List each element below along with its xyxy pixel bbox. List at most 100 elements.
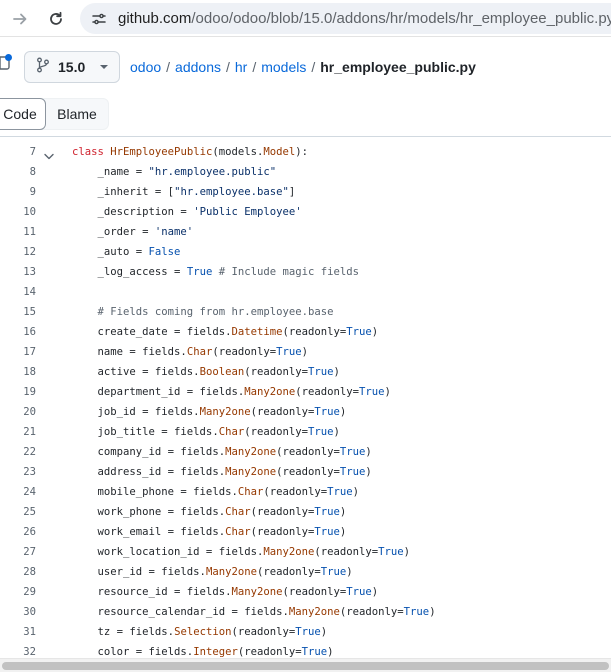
- line-number[interactable]: 17: [0, 342, 36, 362]
- code-line: 28 user_id = fields.Many2one(readonly=Tr…: [0, 562, 611, 582]
- code-token: ): [327, 646, 334, 658]
- code-token: work_location_id = fields.: [72, 546, 264, 558]
- code-text: color = fields.Integer(readonly=True): [72, 642, 334, 658]
- code-token: (readonly=: [314, 546, 379, 558]
- code-token: True: [308, 366, 334, 378]
- code-token: resource_calendar_id = fields.: [72, 606, 289, 618]
- line-number[interactable]: 25: [0, 502, 36, 522]
- code-token: ): [346, 566, 353, 578]
- code-token: (readonly=: [263, 486, 328, 498]
- breadcrumb-addons[interactable]: addons: [175, 59, 221, 75]
- code-line: 32 color = fields.Integer(readonly=True): [0, 642, 611, 658]
- line-number[interactable]: 8: [0, 162, 36, 182]
- forward-icon[interactable]: [8, 7, 32, 31]
- line-number[interactable]: 18: [0, 362, 36, 382]
- code-tab-button[interactable]: Code: [0, 98, 46, 130]
- code-line: 15 # Fields coming from hr.employee.base: [0, 302, 611, 322]
- code-text: _auto = False: [72, 242, 181, 262]
- line-number[interactable]: 20: [0, 402, 36, 422]
- code-line: 13 _log_access = True # Include magic fi…: [0, 262, 611, 282]
- line-number[interactable]: 13: [0, 262, 36, 282]
- code-token: (readonly=: [250, 526, 315, 538]
- url-text[interactable]: github.com/odoo/odoo/blob/15.0/addons/hr…: [118, 10, 611, 27]
- code-token: 'Public Employee': [193, 206, 302, 218]
- code-token: job_id = fields.: [72, 406, 200, 418]
- line-number[interactable]: 15: [0, 302, 36, 322]
- line-number[interactable]: 31: [0, 622, 36, 642]
- code-text: work_phone = fields.Char(readonly=True): [72, 502, 347, 522]
- code-token: ]: [288, 186, 296, 198]
- line-number[interactable]: 7: [0, 142, 36, 162]
- code-token: active = fields.: [72, 366, 200, 378]
- code-token: True: [295, 626, 321, 638]
- code-token: True: [320, 566, 347, 578]
- code-text: _log_access = True # Include magic field…: [72, 262, 360, 282]
- line-number[interactable]: 30: [0, 602, 36, 622]
- code-token: Many2one: [231, 586, 283, 598]
- code-text: tz = fields.Selection(readonly=True): [72, 622, 328, 642]
- line-number[interactable]: 28: [0, 562, 36, 582]
- code-token: True: [359, 386, 385, 398]
- code-text: work_location_id = fields.Many2one(reado…: [72, 542, 411, 562]
- code-token: work_email = fields.: [72, 526, 226, 538]
- line-number[interactable]: 29: [0, 582, 36, 602]
- code-text: # Fields coming from hr.employee.base: [72, 302, 334, 322]
- line-number[interactable]: 26: [0, 522, 36, 542]
- line-number[interactable]: 11: [0, 222, 36, 242]
- line-number[interactable]: 14: [0, 282, 36, 302]
- code-line: 10 _description = 'Public Employee': [0, 202, 611, 222]
- address-bar[interactable]: github.com/odoo/odoo/blob/15.0/addons/hr…: [80, 3, 611, 34]
- code-token: (readonly=: [339, 606, 404, 618]
- code-line: 14: [0, 282, 611, 302]
- code-token: ): [339, 506, 347, 518]
- branch-selector-button[interactable]: 15.0: [24, 51, 120, 83]
- code-token: True: [308, 426, 334, 438]
- code-token: ):: [295, 146, 309, 158]
- code-text: job_id = fields.Many2one(readonly=True): [72, 402, 347, 422]
- code-token: Datetime: [231, 326, 283, 338]
- line-number[interactable]: 10: [0, 202, 36, 222]
- reload-icon[interactable]: [44, 7, 68, 31]
- code-text: mobile_phone = fields.Char(readonly=True…: [72, 482, 360, 502]
- code-text: _description = 'Public Employee': [72, 202, 302, 222]
- code-token: True: [346, 586, 372, 598]
- code-token: 'name': [154, 226, 194, 238]
- code-token: ): [301, 346, 309, 358]
- code-token: _inherit = [: [72, 186, 175, 198]
- line-number[interactable]: 32: [0, 642, 36, 658]
- code-token: Many2one: [225, 446, 277, 458]
- scrollbar-thumb[interactable]: [2, 662, 609, 670]
- code-token: (models.: [212, 146, 264, 158]
- blame-tab-button[interactable]: Blame: [46, 99, 108, 129]
- code-text: class HrEmployeePublic(models.Model):: [72, 142, 308, 162]
- line-number[interactable]: 21: [0, 422, 36, 442]
- breadcrumb-models[interactable]: models: [261, 59, 306, 75]
- code-line: 22 company_id = fields.Many2one(readonly…: [0, 442, 611, 462]
- breadcrumb-odoo[interactable]: odoo: [130, 59, 161, 75]
- code-token: # Fields coming from hr.employee.base: [72, 306, 334, 318]
- code-token: Char: [225, 506, 251, 518]
- code-token: ): [352, 486, 360, 498]
- code-token: Many2one: [288, 606, 340, 618]
- code-token: (readonly=: [250, 506, 315, 518]
- code-line: 12 _auto = False: [0, 242, 611, 262]
- line-number[interactable]: 27: [0, 542, 36, 562]
- code-token: job_title = fields.: [72, 426, 219, 438]
- line-number[interactable]: 9: [0, 182, 36, 202]
- line-number[interactable]: 22: [0, 442, 36, 462]
- code-line: 16 create_date = fields.Datetime(readonl…: [0, 322, 611, 342]
- line-number[interactable]: 23: [0, 462, 36, 482]
- line-number[interactable]: 19: [0, 382, 36, 402]
- code-token: # Include magic fields: [212, 266, 360, 278]
- horizontal-scrollbar[interactable]: [0, 658, 611, 672]
- breadcrumb-hr[interactable]: hr: [235, 59, 247, 75]
- line-number[interactable]: 12: [0, 242, 36, 262]
- line-number[interactable]: 24: [0, 482, 36, 502]
- code-text: company_id = fields.Many2one(readonly=Tr…: [72, 442, 372, 462]
- code-token: True: [314, 526, 340, 538]
- line-number[interactable]: 16: [0, 322, 36, 342]
- code-token: Many2one: [244, 386, 296, 398]
- code-line: 24 mobile_phone = fields.Char(readonly=T…: [0, 482, 611, 502]
- code-token: resource_id = fields.: [72, 586, 232, 598]
- site-info-icon[interactable]: [90, 10, 108, 28]
